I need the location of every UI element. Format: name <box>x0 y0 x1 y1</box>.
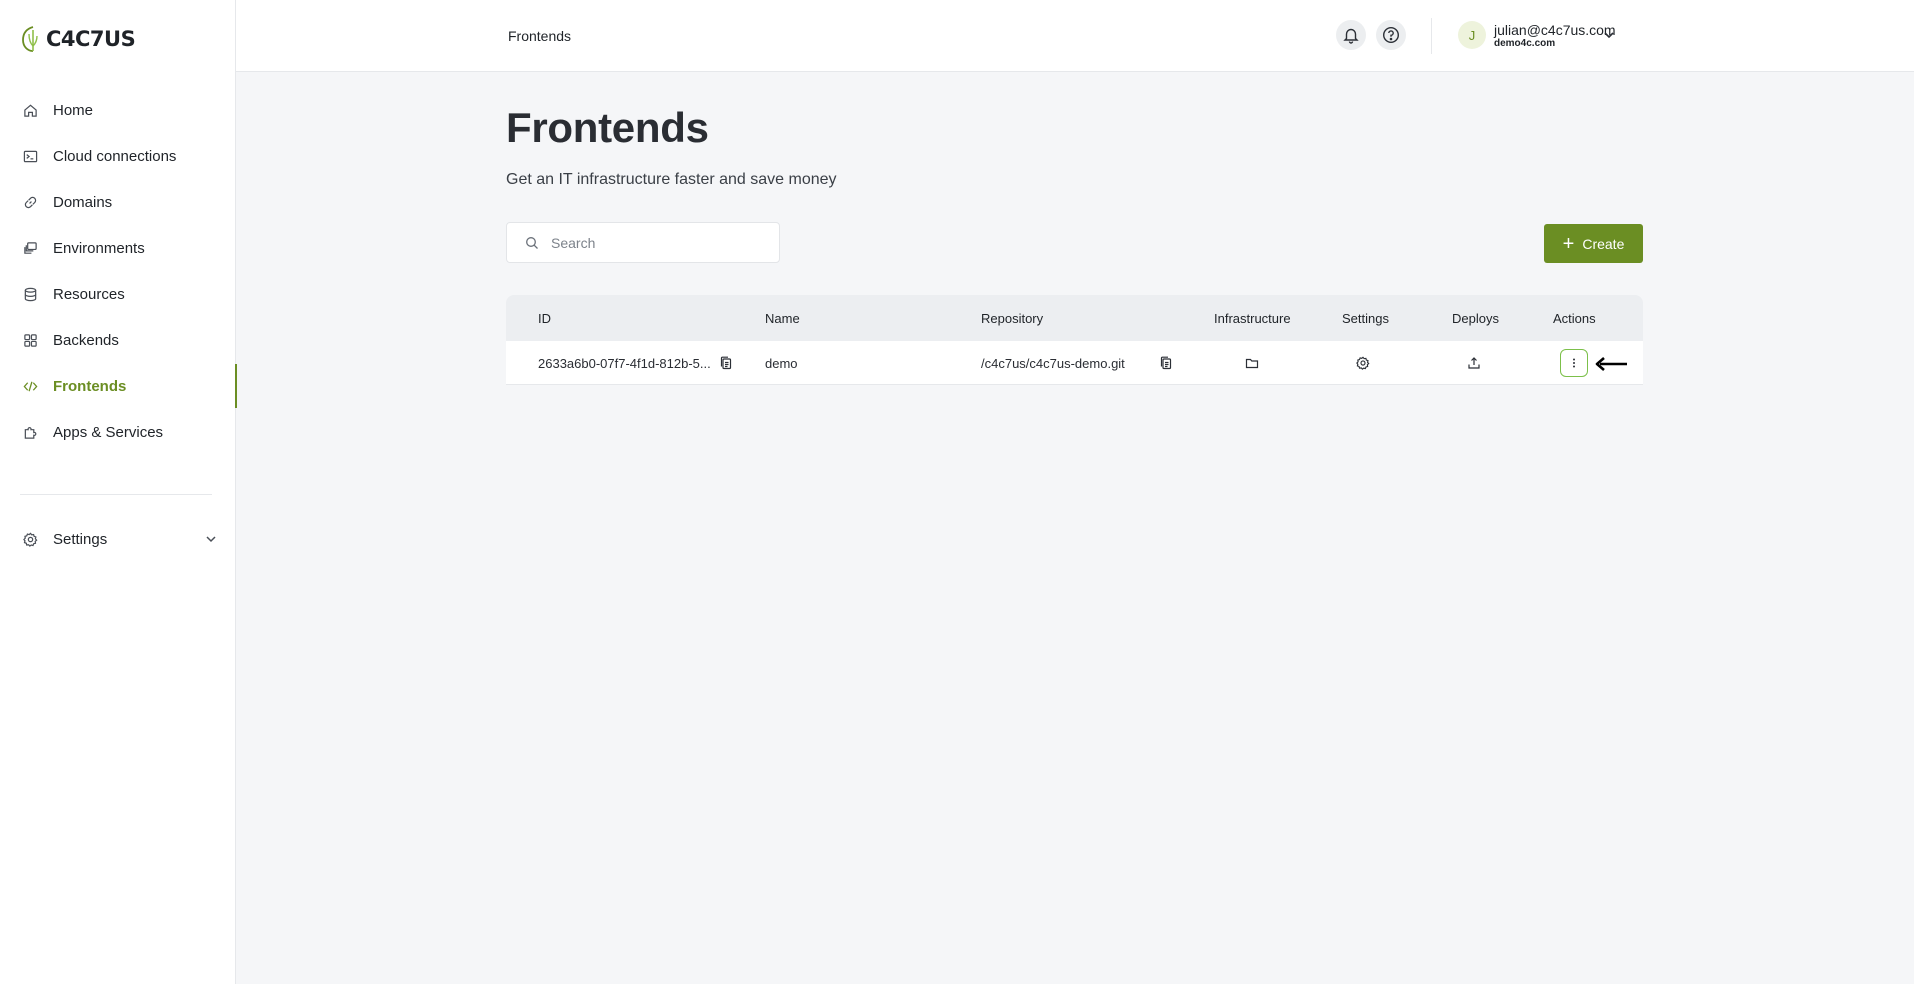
sidebar-item-home[interactable]: Home <box>0 87 236 133</box>
page-subtitle: Get an IT infrastructure faster and save… <box>506 171 837 188</box>
sidebar-item-label: Apps & Services <box>53 423 164 441</box>
chevron-down-icon[interactable] <box>204 532 218 546</box>
sidebar-item-label: Domains <box>53 193 113 211</box>
page-title: Frontends <box>506 104 709 151</box>
sidebar-item-label: Environments <box>53 239 145 257</box>
column-header-repository: Repository <box>981 310 1044 326</box>
cell-repository: /c4c7us/c4c7us-demo.git <box>981 355 1125 371</box>
create-button[interactable]: + Create <box>1544 224 1643 263</box>
table-row[interactable]: 2633a6b0-07f7-4f1d-812b-5... demo /c4c7u… <box>506 341 1643 385</box>
help-button[interactable] <box>1376 20 1406 50</box>
table-header: ID Name Repository Infrastructure Settin… <box>506 295 1643 341</box>
question-icon <box>1382 26 1400 44</box>
user-menu-chevron-icon[interactable] <box>1602 28 1616 42</box>
sidebar-item-label: Home <box>53 101 94 119</box>
sidebar-item-domains[interactable]: Domains <box>0 179 236 225</box>
sidebar-item-label: Settings <box>53 530 108 548</box>
arrow-left-icon <box>1595 357 1627 371</box>
search-box[interactable] <box>506 222 780 263</box>
cell-name: demo <box>765 355 798 371</box>
sidebar: C4C7US Home Cloud connections Domains En… <box>0 0 237 984</box>
folder-icon <box>1244 355 1260 371</box>
user-org: demo4c.com <box>1494 38 1556 49</box>
sidebar-item-frontends[interactable]: Frontends <box>0 363 237 409</box>
gear-icon <box>22 531 38 547</box>
sidebar-item-settings[interactable]: Settings <box>0 516 236 562</box>
brand-logo[interactable]: C4C7US <box>20 24 136 54</box>
bell-icon <box>1343 28 1359 44</box>
plus-icon: + <box>1562 232 1575 255</box>
search-input[interactable] <box>551 234 761 251</box>
grid-icon <box>22 332 38 348</box>
avatar[interactable]: J <box>1458 21 1486 49</box>
copy-id-button[interactable] <box>718 341 734 385</box>
database-icon <box>22 286 38 302</box>
column-header-settings: Settings <box>1342 310 1389 326</box>
puzzle-icon <box>22 424 38 440</box>
table-body: 2633a6b0-07f7-4f1d-812b-5... demo /c4c7u… <box>506 341 1643 385</box>
topbar-divider <box>1431 18 1432 54</box>
user-email[interactable]: julian@c4c7us.com <box>1494 22 1616 38</box>
sidebar-item-environments[interactable]: Environments <box>0 225 236 271</box>
sidebar-nav: Home Cloud connections Domains Environme… <box>0 87 237 455</box>
sidebar-item-apps-services[interactable]: Apps & Services <box>0 409 236 455</box>
cell-id: 2633a6b0-07f7-4f1d-812b-5... <box>538 355 711 371</box>
infrastructure-button[interactable] <box>1244 341 1260 385</box>
column-header-infrastructure: Infrastructure <box>1214 310 1291 326</box>
sidebar-item-cloud-connections[interactable]: Cloud connections <box>0 133 236 179</box>
logo-mark-icon <box>22 26 38 52</box>
topbar: Frontends J julian@c4c7us.com demo4c.com <box>236 0 1914 72</box>
copy-icon <box>1158 355 1174 371</box>
breadcrumb: Frontends <box>508 28 572 44</box>
terminal-icon <box>22 148 38 164</box>
sidebar-item-backends[interactable]: Backends <box>0 317 236 363</box>
column-header-id: ID <box>538 310 551 326</box>
home-icon <box>22 102 38 118</box>
search-icon <box>526 236 538 249</box>
frontends-table: ID Name Repository Infrastructure Settin… <box>506 295 1643 385</box>
row-actions-button[interactable] <box>1560 341 1588 385</box>
sidebar-item-resources[interactable]: Resources <box>0 271 236 317</box>
link-icon <box>22 194 38 210</box>
column-header-deploys: Deploys <box>1452 310 1499 326</box>
kebab-menu-icon[interactable] <box>1560 349 1588 377</box>
column-header-actions: Actions <box>1553 310 1596 326</box>
brand-name: C4C7US <box>46 27 136 51</box>
copy-icon <box>718 355 734 371</box>
layers-icon <box>22 240 38 256</box>
sidebar-item-label: Cloud connections <box>53 147 177 165</box>
create-button-label: Create <box>1582 235 1625 252</box>
upload-icon <box>1466 355 1482 371</box>
copy-repository-button[interactable] <box>1158 341 1174 385</box>
notifications-button[interactable] <box>1336 20 1366 50</box>
code-icon <box>22 378 38 394</box>
sidebar-item-label: Backends <box>53 331 119 349</box>
gear-icon <box>1355 355 1371 371</box>
deploys-button[interactable] <box>1466 341 1482 385</box>
sidebar-item-label: Frontends <box>53 377 127 395</box>
column-header-name: Name <box>765 310 800 326</box>
sidebar-item-label: Resources <box>53 285 125 303</box>
sidebar-divider <box>20 494 212 495</box>
settings-button[interactable] <box>1355 341 1371 385</box>
